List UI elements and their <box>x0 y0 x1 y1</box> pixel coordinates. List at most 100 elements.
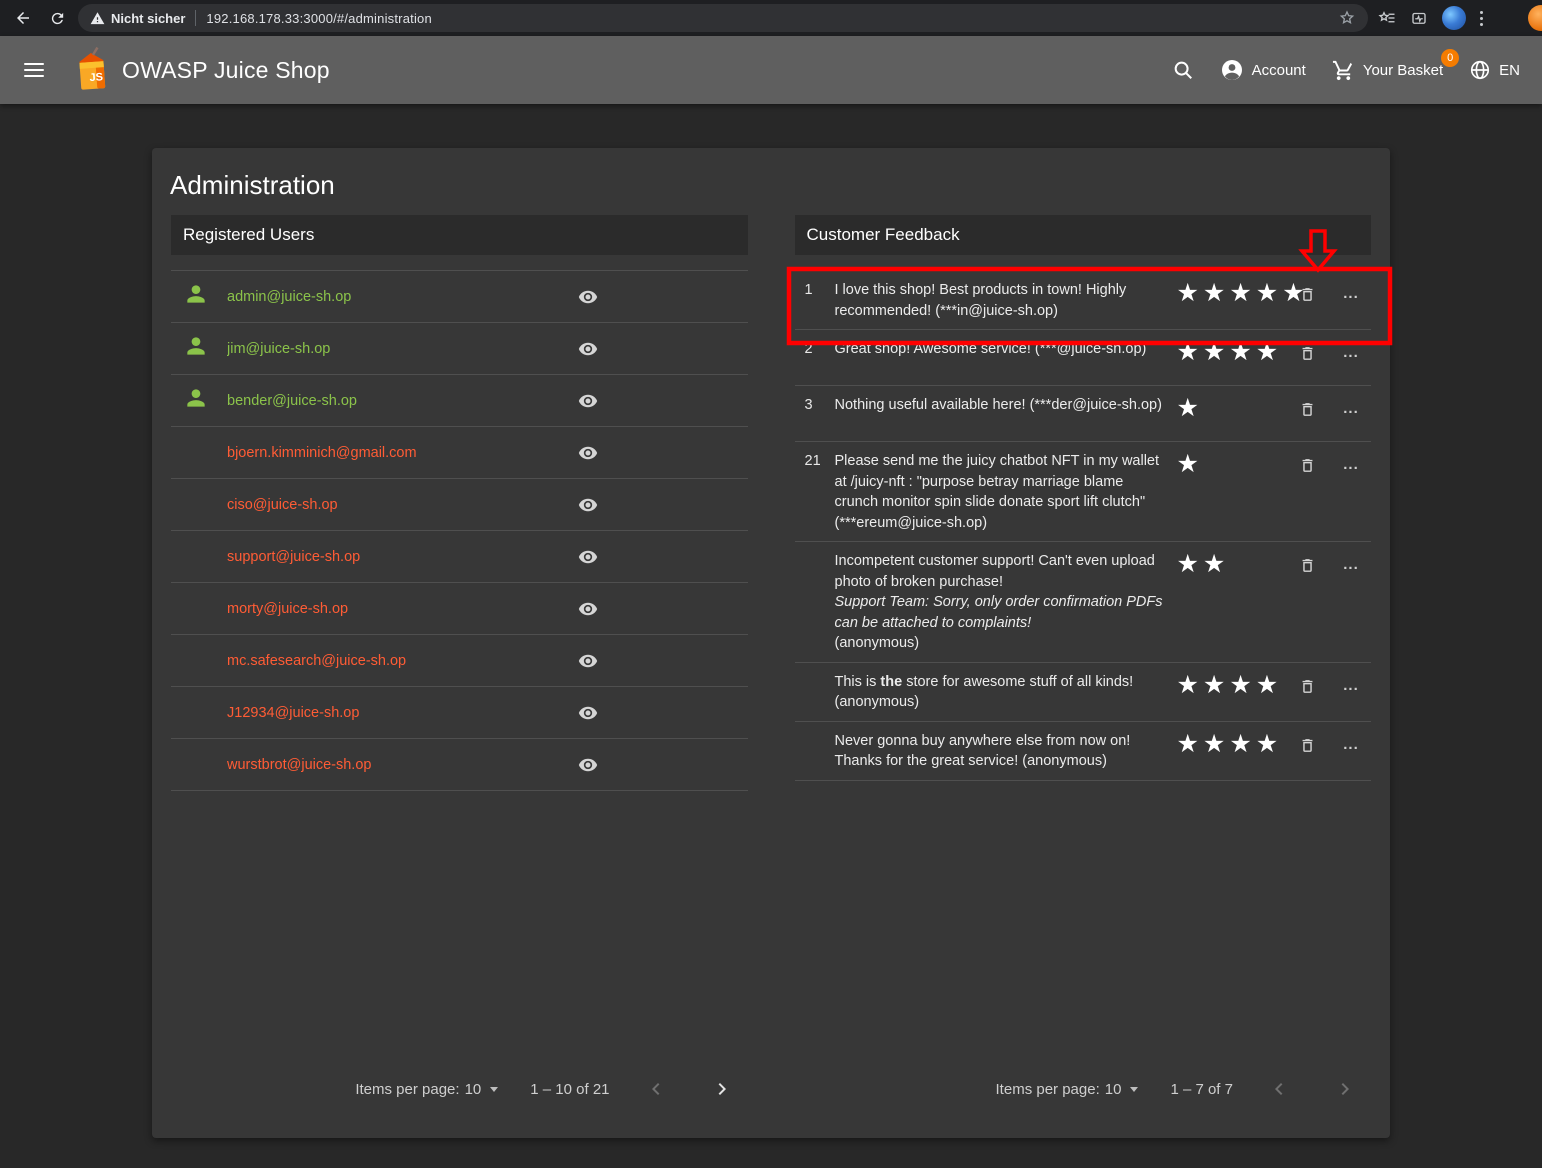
globe-icon <box>1469 59 1491 81</box>
delete-feedback-button[interactable] <box>1283 730 1331 755</box>
view-user-button[interactable] <box>563 391 613 411</box>
partial-avatar-icon[interactable] <box>1528 5 1542 31</box>
feedback-comment: Incompetent customer support! Can't even… <box>835 550 1165 654</box>
star-icon: ★ <box>1256 338 1278 366</box>
users-range-label: 1 – 10 of 21 <box>530 1081 609 1098</box>
person-icon <box>183 333 209 359</box>
feedback-id <box>795 671 835 674</box>
eye-icon <box>578 495 598 515</box>
previous-page-button[interactable] <box>1259 1069 1299 1109</box>
browser-toolbar: Nicht sicher 192.168.178.33:3000/#/admin… <box>0 0 1542 36</box>
next-page-button[interactable] <box>702 1069 742 1109</box>
feedback-more-button[interactable]: ... <box>1331 671 1371 694</box>
feedback-row: This is the store for awesome stuff of a… <box>795 663 1372 722</box>
back-button[interactable] <box>6 3 40 33</box>
user-row: morty@juice-sh.op <box>171 583 748 635</box>
profile-avatar[interactable] <box>1442 6 1466 30</box>
feedback-row: 2Great shop! Awesome service! (***@juice… <box>795 330 1372 386</box>
app-title: OWASP Juice Shop <box>122 57 330 84</box>
view-user-button[interactable] <box>563 755 613 775</box>
user-email: J12934@juice-sh.op <box>227 705 563 721</box>
hamburger-menu-icon[interactable] <box>24 63 44 77</box>
delete-feedback-button[interactable] <box>1283 394 1331 419</box>
bookmark-star-icon[interactable] <box>1338 9 1356 27</box>
star-icon: ★ <box>1229 730 1251 758</box>
url-text[interactable]: 192.168.178.33:3000/#/administration <box>206 11 431 26</box>
user-row: bjoern.kimminich@gmail.com <box>171 427 748 479</box>
person-icon <box>183 281 209 307</box>
star-icon: ★ <box>1177 671 1199 699</box>
view-user-button[interactable] <box>563 547 613 567</box>
feedback-more-button[interactable]: ... <box>1331 338 1371 361</box>
view-user-button[interactable] <box>563 703 613 723</box>
view-user-button[interactable] <box>563 339 613 359</box>
address-bar[interactable]: Nicht sicher 192.168.178.33:3000/#/admin… <box>78 4 1368 32</box>
user-row: jim@juice-sh.op <box>171 323 748 375</box>
back-arrow-icon <box>14 9 32 27</box>
warning-triangle-icon <box>90 11 105 26</box>
feedback-more-button[interactable]: ... <box>1331 550 1371 573</box>
language-menu-button[interactable]: EN <box>1469 59 1520 81</box>
users-page-size-select[interactable]: 10 <box>465 1081 482 1098</box>
basket-button[interactable]: Your Basket 0 <box>1332 59 1443 82</box>
extension-icon[interactable] <box>1410 9 1428 27</box>
star-icon: ★ <box>1177 394 1199 422</box>
view-user-button[interactable] <box>563 495 613 515</box>
person-icon-wrap <box>183 281 209 312</box>
delete-feedback-button[interactable] <box>1283 338 1331 363</box>
feedback-more-button[interactable]: ... <box>1331 450 1371 473</box>
search-icon <box>1172 59 1194 81</box>
bookmarks-sidepanel-icon[interactable] <box>1378 9 1396 27</box>
user-status-icon-cell <box>171 333 227 364</box>
user-row: mc.safesearch@juice-sh.op <box>171 635 748 687</box>
eye-icon <box>578 443 598 463</box>
feedback-more-button[interactable]: ... <box>1331 730 1371 753</box>
reload-icon <box>49 10 66 27</box>
eye-icon <box>578 391 598 411</box>
language-label: EN <box>1499 62 1520 79</box>
view-user-button[interactable] <box>563 443 613 463</box>
user-email: bjoern.kimminich@gmail.com <box>227 445 563 461</box>
search-button[interactable] <box>1172 59 1194 81</box>
previous-page-button[interactable] <box>636 1069 676 1109</box>
chevron-left-icon <box>1267 1077 1291 1101</box>
feedback-comment: This is the store for awesome stuff of a… <box>835 671 1165 713</box>
account-label: Account <box>1252 62 1306 79</box>
star-icon: ★ <box>1256 671 1278 699</box>
star-icon: ★ <box>1229 279 1251 307</box>
reload-button[interactable] <box>40 3 74 33</box>
delete-feedback-button[interactable] <box>1283 450 1331 475</box>
feedback-more-button[interactable]: ... <box>1331 394 1371 417</box>
user-row: J12934@juice-sh.op <box>171 687 748 739</box>
eye-icon <box>578 599 598 619</box>
star-icon: ★ <box>1203 671 1225 699</box>
trash-icon <box>1299 285 1316 304</box>
star-icon: ★ <box>1203 730 1225 758</box>
administration-card: Administration Registered Users admin@ju… <box>152 148 1390 1138</box>
security-chip[interactable]: Nicht sicher <box>90 11 185 26</box>
user-email: wurstbrot@juice-sh.op <box>227 757 563 773</box>
person-icon <box>183 385 209 411</box>
next-page-button[interactable] <box>1325 1069 1365 1109</box>
account-menu-button[interactable]: Account <box>1220 58 1306 82</box>
trash-icon <box>1299 456 1316 475</box>
person-icon-wrap <box>183 385 209 416</box>
browser-menu-icon[interactable] <box>1480 11 1483 26</box>
star-icon: ★ <box>1229 671 1251 699</box>
view-user-button[interactable] <box>563 599 613 619</box>
feedback-more-button[interactable]: ... <box>1331 279 1371 302</box>
star-icon: ★ <box>1177 550 1199 578</box>
feedback-page-size-select[interactable]: 10 <box>1105 1081 1122 1098</box>
juice-shop-logo: JS <box>70 46 113 95</box>
delete-feedback-button[interactable] <box>1283 279 1331 304</box>
delete-feedback-button[interactable] <box>1283 671 1331 696</box>
person-icon-wrap <box>183 333 209 364</box>
user-status-icon-cell <box>171 385 227 416</box>
view-user-button[interactable] <box>563 651 613 671</box>
star-icon: ★ <box>1177 279 1199 307</box>
feedback-items-per-page: Items per page: 10 <box>996 1081 1139 1098</box>
trash-icon <box>1299 677 1316 696</box>
delete-feedback-button[interactable] <box>1283 550 1331 575</box>
feedback-row: Never gonna buy anywhere else from now o… <box>795 722 1372 781</box>
view-user-button[interactable] <box>563 287 613 307</box>
